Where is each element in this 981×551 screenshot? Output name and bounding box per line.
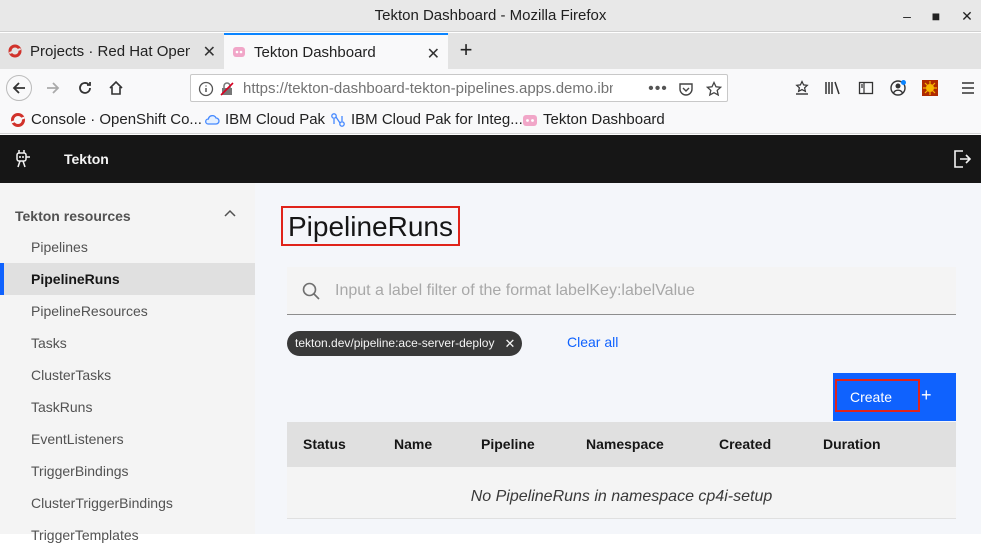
sidebar: Tekton resources Pipelines PipelineRuns … <box>0 183 255 543</box>
tekton-favicon-icon <box>523 114 537 126</box>
tekton-logo-icon[interactable] <box>14 149 32 169</box>
url-text: https://tekton-dashboard-tekton-pipeline… <box>243 80 613 97</box>
openshift-icon <box>11 112 25 127</box>
sidebar-item-triggertemplates[interactable]: TriggerTemplates <box>0 519 255 551</box>
pocket-icon[interactable] <box>677 80 695 98</box>
bookmark-console-openshift[interactable]: Console · OpenShift Co... <box>10 111 202 128</box>
tab-tekton-dashboard[interactable]: Tekton Dashboard ✕ <box>224 33 448 69</box>
bookmark-ibm-cloud-pak[interactable]: IBM Cloud Pak <box>204 111 325 128</box>
home-button[interactable] <box>103 75 129 101</box>
reading-list-button[interactable] <box>789 75 815 101</box>
account-icon <box>890 80 906 96</box>
page-title: PipelineRuns <box>281 206 460 246</box>
reload-icon <box>79 82 91 94</box>
library-icon <box>825 81 840 95</box>
arrow-left-icon <box>12 82 25 94</box>
sidebar-icon <box>858 81 874 95</box>
bookmark-label: Tekton Dashboard <box>543 111 665 128</box>
sidebar-item-tasks[interactable]: Tasks <box>0 327 255 359</box>
clear-all-link[interactable]: Clear all <box>567 334 618 350</box>
filter-tag-label: tekton.dev/pipeline:ace-server-deploy <box>295 336 495 350</box>
minimize-button[interactable]: – <box>898 7 916 25</box>
reload-button[interactable] <box>72 75 98 101</box>
create-button[interactable]: Create + <box>833 373 956 421</box>
bookmark-star-icon[interactable] <box>705 80 723 98</box>
label-filter-input[interactable]: Input a label filter of the format label… <box>287 267 956 315</box>
tab-label: Tekton Dashboard <box>254 43 376 61</box>
remove-filter-icon[interactable]: ✕ <box>505 331 516 356</box>
menu-button[interactable] <box>955 75 981 101</box>
cloud-icon <box>205 114 220 125</box>
search-icon <box>302 282 320 300</box>
column-header-name: Name <box>394 436 433 452</box>
bookmark-label: Console · OpenShift Co... <box>31 111 202 128</box>
window-titlebar: Tekton Dashboard - Mozilla Firefox – ■ ✕ <box>0 0 981 32</box>
bookmark-ibm-cloud-pak-integration[interactable]: IBM Cloud Pak for Integ... <box>330 111 523 128</box>
sidebar-item-eventlisteners[interactable]: EventListeners <box>0 423 255 455</box>
create-button-highlight[interactable]: Create + <box>835 379 932 412</box>
sidebar-item-pipelineresources[interactable]: PipelineResources <box>0 295 255 327</box>
main-content: PipelineRuns Input a label filter of the… <box>255 183 981 534</box>
window-close-button[interactable]: ✕ <box>958 7 976 25</box>
sidebar-item-pipelines[interactable]: Pipelines <box>0 231 255 263</box>
hamburger-menu-icon <box>962 82 974 94</box>
home-icon <box>109 80 123 95</box>
column-header-created: Created <box>719 436 772 452</box>
bookmark-label: IBM Cloud Pak <box>225 111 326 128</box>
insecure-lock-icon[interactable] <box>218 80 236 98</box>
sidebar-item-pipelineruns[interactable]: PipelineRuns <box>0 263 255 295</box>
maximize-button[interactable]: ■ <box>927 7 945 25</box>
extension-icon <box>922 80 938 96</box>
tab-strip: Projects · Red Hat OpenS ✕ Tekton Dashbo… <box>0 33 981 69</box>
star-tray-icon <box>795 80 809 95</box>
openshift-icon <box>8 44 22 58</box>
app-name: Tekton <box>64 151 109 167</box>
create-button-label: Create <box>850 389 893 405</box>
table-header: Status Name Pipeline Namespace Created D… <box>287 422 956 467</box>
sidebar-toggle-button[interactable] <box>853 75 879 101</box>
tab-label: Projects · Red Hat OpenS <box>30 42 190 60</box>
back-button[interactable] <box>6 75 32 101</box>
column-header-status: Status <box>303 436 346 452</box>
bookmark-label: IBM Cloud Pak for Integ... <box>351 111 523 128</box>
arrow-right-icon <box>47 82 60 94</box>
window-title: Tekton Dashboard - Mozilla Firefox <box>374 7 607 24</box>
info-icon[interactable] <box>197 80 215 98</box>
sidebar-section-title[interactable]: Tekton resources <box>15 208 131 224</box>
tekton-favicon-icon <box>233 47 245 57</box>
tab-close-icon[interactable]: ✕ <box>203 42 216 62</box>
sidebar-item-taskruns[interactable]: TaskRuns <box>0 391 255 423</box>
url-bar[interactable]: https://tekton-dashboard-tekton-pipeline… <box>190 74 728 102</box>
integration-icon <box>331 112 345 127</box>
column-header-namespace: Namespace <box>586 436 664 452</box>
account-button[interactable] <box>885 75 911 101</box>
bookmark-tekton-dashboard[interactable]: Tekton Dashboard <box>522 111 665 128</box>
new-tab-button[interactable]: + <box>454 37 478 65</box>
logout-icon[interactable] <box>953 149 971 169</box>
table-empty-message: No PipelineRuns in namespace cp4i-setup <box>287 467 956 519</box>
column-header-pipeline: Pipeline <box>481 436 535 452</box>
library-button[interactable] <box>820 75 846 101</box>
filter-tag: tekton.dev/pipeline:ace-server-deploy ✕ <box>287 331 523 356</box>
plus-icon: + <box>921 385 932 405</box>
page-actions-icon[interactable]: ••• <box>648 80 667 98</box>
extension-button[interactable] <box>917 75 943 101</box>
chevron-up-icon[interactable] <box>223 207 237 221</box>
bookmarks-toolbar: Console · OpenShift Co... IBM Cloud Pak … <box>0 107 981 134</box>
sidebar-item-clustertriggerbindings[interactable]: ClusterTriggerBindings <box>0 487 255 519</box>
app-header: Tekton <box>0 135 981 183</box>
tab-projects[interactable]: Projects · Red Hat OpenS ✕ <box>0 33 224 69</box>
forward-button[interactable] <box>40 75 66 101</box>
navigation-bar: https://tekton-dashboard-tekton-pipeline… <box>0 69 981 107</box>
column-header-duration: Duration <box>823 436 881 452</box>
filter-placeholder: Input a label filter of the format label… <box>335 282 695 299</box>
tab-close-icon[interactable]: ✕ <box>427 44 440 64</box>
sidebar-item-clustertasks[interactable]: ClusterTasks <box>0 359 255 391</box>
sidebar-item-triggerbindings[interactable]: TriggerBindings <box>0 455 255 487</box>
